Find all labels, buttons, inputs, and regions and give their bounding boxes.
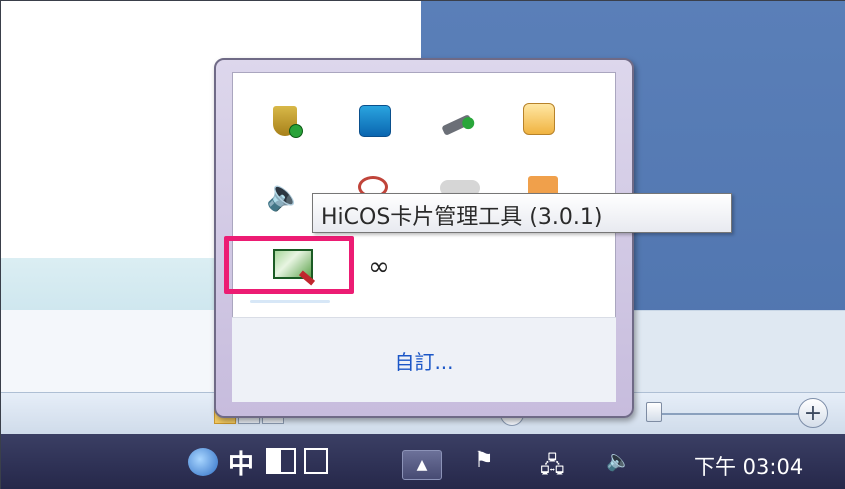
zoom-in-button[interactable]: + [798, 398, 828, 428]
highlight-box [224, 236, 354, 294]
zoom-slider-track[interactable] [660, 413, 800, 415]
usb-safe-remove-icon[interactable] [440, 108, 474, 142]
tooltip: HiCOS卡片管理工具 (3.0.1) [312, 193, 732, 233]
network-icon[interactable]: 🖧 [540, 448, 565, 486]
zoom-slider-thumb[interactable] [646, 402, 662, 422]
background-panel [630, 310, 845, 401]
ime-chinese-mode[interactable]: 中 [228, 444, 254, 481]
creative-cloud-icon[interactable]: ∞ [364, 252, 394, 282]
ime-logo-icon[interactable] [188, 448, 218, 476]
ime-pad-icon[interactable] [304, 448, 328, 474]
intel-icon[interactable] [358, 104, 392, 138]
clock-app-icon[interactable] [522, 102, 556, 136]
volume-icon[interactable]: 🔈 [606, 448, 631, 472]
drag-drop-indicator [250, 300, 330, 303]
action-center-flag-icon[interactable]: ⚑ [474, 448, 494, 473]
speaker-icon[interactable]: 🔈 [266, 178, 303, 213]
overflow-footer: 自訂... [232, 317, 616, 402]
ime-halfwidth-icon[interactable] [266, 448, 296, 474]
background-content [1, 310, 221, 392]
taskbar-clock[interactable]: 下午 03:04 [694, 451, 803, 481]
background-ribbon [1, 258, 221, 311]
show-hidden-icons-button[interactable]: ▲ [402, 450, 442, 480]
customize-link[interactable]: 自訂... [394, 346, 453, 375]
shield-app-icon[interactable] [268, 104, 303, 138]
